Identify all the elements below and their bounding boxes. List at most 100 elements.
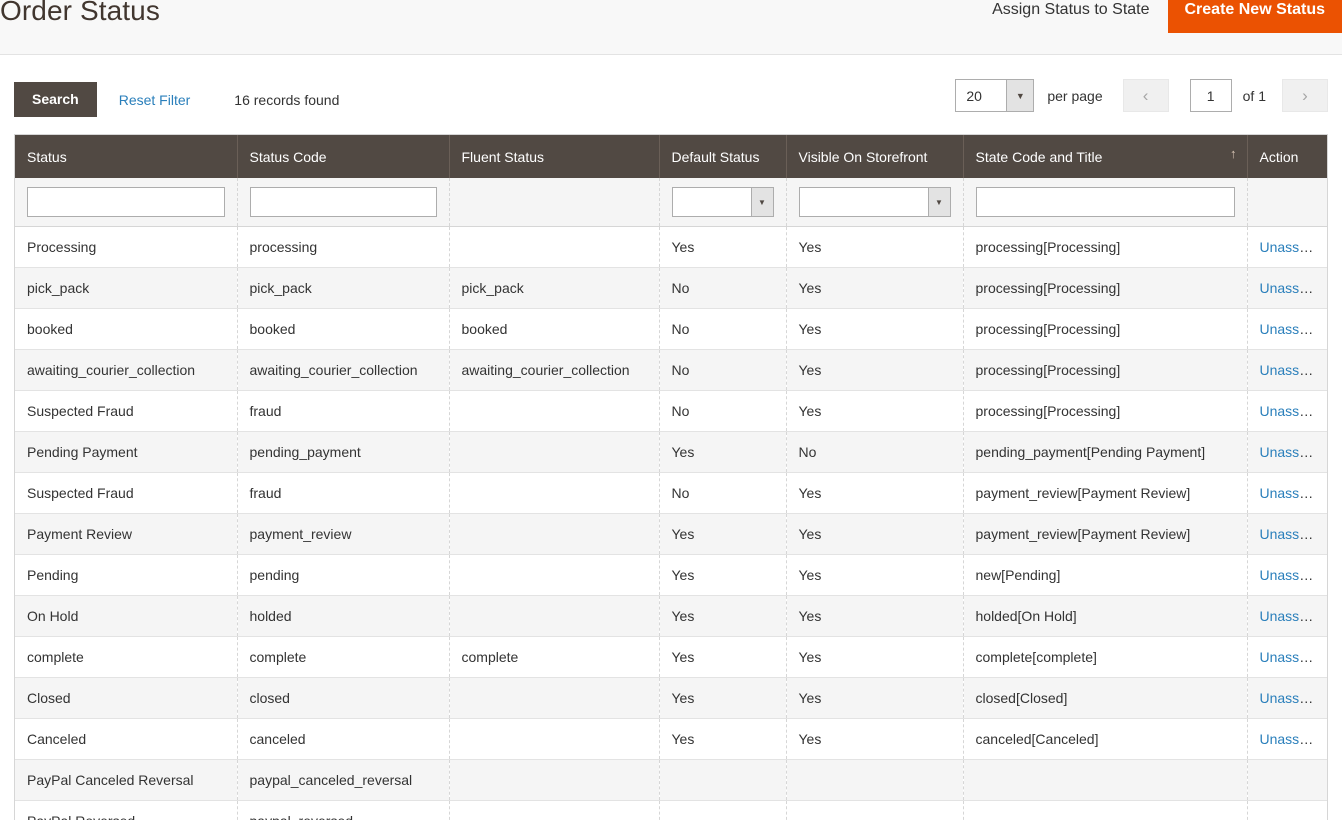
cell-status_code: canceled [237, 719, 449, 760]
filter-default-status-select[interactable]: ▼ [672, 187, 774, 217]
unassign-link[interactable]: Unassign [1260, 403, 1318, 419]
cell-visible_on_storefront: No [786, 432, 963, 473]
next-page-button[interactable]: › [1282, 79, 1328, 112]
cell-visible_on_storefront: Yes [786, 678, 963, 719]
filter-cell-fluent-status [449, 178, 659, 227]
unassign-link[interactable]: Unassign [1260, 362, 1318, 378]
cell-default_status: Yes [659, 432, 786, 473]
column-header-fluent-status[interactable]: Fluent Status [449, 135, 659, 178]
chevron-down-icon[interactable]: ▼ [751, 188, 773, 216]
table-row: Pending Paymentpending_paymentYesNopendi… [15, 432, 1327, 473]
create-new-status-button[interactable]: Create New Status [1168, 0, 1342, 33]
filter-status-input[interactable] [27, 187, 225, 217]
cell-fluent_status [449, 719, 659, 760]
cell-action [1247, 801, 1327, 820]
order-status-table: Status Status Code Fluent Status Default… [15, 135, 1327, 820]
header-row: Status Status Code Fluent Status Default… [15, 135, 1327, 178]
column-header-status[interactable]: Status [15, 135, 237, 178]
cell-action[interactable]: Unassign [1247, 555, 1327, 596]
cell-visible_on_storefront: Yes [786, 596, 963, 637]
search-button[interactable]: Search [14, 82, 97, 117]
table-body: ProcessingprocessingYesYesprocessing[Pro… [15, 227, 1327, 820]
unassign-link[interactable]: Unassign [1260, 567, 1318, 583]
cell-state_code_and_title: processing[Processing] [963, 227, 1247, 268]
unassign-link[interactable]: Unassign [1260, 280, 1318, 296]
filter-cell-status-code [237, 178, 449, 227]
table-row: PayPal Canceled Reversalpaypal_canceled_… [15, 760, 1327, 801]
cell-status: pick_pack [15, 268, 237, 309]
cell-status: complete [15, 637, 237, 678]
cell-default_status: Yes [659, 719, 786, 760]
column-header-status-code[interactable]: Status Code [237, 135, 449, 178]
cell-default_status: No [659, 350, 786, 391]
cell-action[interactable]: Unassign [1247, 227, 1327, 268]
per-page-select[interactable]: 20 ▼ [955, 79, 1034, 112]
cell-default_status: Yes [659, 596, 786, 637]
cell-status: Processing [15, 227, 237, 268]
table-row: Payment Reviewpayment_reviewYesYespaymen… [15, 514, 1327, 555]
previous-page-button[interactable]: ‹ [1123, 79, 1169, 112]
chevron-down-icon[interactable]: ▼ [928, 188, 950, 216]
cell-action[interactable]: Unassign [1247, 391, 1327, 432]
cell-action[interactable]: Unassign [1247, 473, 1327, 514]
unassign-link[interactable]: Unassign [1260, 731, 1318, 747]
filter-state-code-and-title-input[interactable] [976, 187, 1235, 217]
cell-status_code: paypal_reversed [237, 801, 449, 820]
unassign-link[interactable]: Unassign [1260, 526, 1318, 542]
column-header-default-status[interactable]: Default Status [659, 135, 786, 178]
cell-action[interactable]: Unassign [1247, 637, 1327, 678]
cell-default_status: Yes [659, 678, 786, 719]
per-page-value: 20 [956, 80, 1006, 111]
filter-cell-visible-on-storefront: ▼ [786, 178, 963, 227]
page-header: Order Status Assign Status to State Crea… [0, 0, 1342, 55]
cell-action[interactable]: Unassign [1247, 309, 1327, 350]
unassign-link[interactable]: Unassign [1260, 649, 1318, 665]
unassign-link[interactable]: Unassign [1260, 321, 1318, 337]
assign-status-to-state-button[interactable]: Assign Status to State [974, 0, 1167, 31]
unassign-link[interactable]: Unassign [1260, 608, 1318, 624]
filter-status-code-input[interactable] [250, 187, 437, 217]
page-number-input[interactable] [1190, 79, 1232, 112]
column-header-visible-on-storefront[interactable]: Visible On Storefront [786, 135, 963, 178]
cell-action[interactable]: Unassign [1247, 350, 1327, 391]
cell-status: PayPal Reversed [15, 801, 237, 820]
column-header-state-code-and-title[interactable]: State Code and Title ↑ [963, 135, 1247, 178]
cell-visible_on_storefront: Yes [786, 268, 963, 309]
cell-visible_on_storefront [786, 801, 963, 820]
unassign-link[interactable]: Unassign [1260, 239, 1318, 255]
cell-fluent_status: awaiting_courier_collection [449, 350, 659, 391]
cell-action[interactable]: Unassign [1247, 268, 1327, 309]
cell-state_code_and_title: holded[On Hold] [963, 596, 1247, 637]
unassign-link[interactable]: Unassign [1260, 690, 1318, 706]
reset-filter-link[interactable]: Reset Filter [119, 92, 191, 108]
cell-status_code: processing [237, 227, 449, 268]
page-title: Order Status [0, 0, 160, 31]
filter-default-status-value [673, 188, 751, 216]
cell-action[interactable]: Unassign [1247, 719, 1327, 760]
cell-default_status: No [659, 309, 786, 350]
chevron-down-icon[interactable]: ▼ [1006, 80, 1033, 111]
cell-action[interactable]: Unassign [1247, 678, 1327, 719]
cell-default_status: Yes [659, 637, 786, 678]
cell-status: PayPal Canceled Reversal [15, 760, 237, 801]
cell-visible_on_storefront: Yes [786, 555, 963, 596]
table-row: PayPal Reversedpaypal_reversed [15, 801, 1327, 820]
cell-status_code: pending_payment [237, 432, 449, 473]
table-row: Suspected FraudfraudNoYespayment_review[… [15, 473, 1327, 514]
cell-action [1247, 760, 1327, 801]
cell-status_code: fraud [237, 473, 449, 514]
cell-state_code_and_title: closed[Closed] [963, 678, 1247, 719]
table-row: CanceledcanceledYesYescanceled[Canceled]… [15, 719, 1327, 760]
cell-action[interactable]: Unassign [1247, 596, 1327, 637]
filter-visible-on-storefront-select[interactable]: ▼ [799, 187, 951, 217]
cell-fluent_status [449, 514, 659, 555]
cell-state_code_and_title: complete[complete] [963, 637, 1247, 678]
cell-action[interactable]: Unassign [1247, 514, 1327, 555]
cell-status_code: awaiting_courier_collection [237, 350, 449, 391]
cell-action[interactable]: Unassign [1247, 432, 1327, 473]
cell-default_status [659, 760, 786, 801]
unassign-link[interactable]: Unassign [1260, 444, 1318, 460]
table-row: completecompletecompleteYesYescomplete[c… [15, 637, 1327, 678]
unassign-link[interactable]: Unassign [1260, 485, 1318, 501]
table-row: PendingpendingYesYesnew[Pending]Unassign [15, 555, 1327, 596]
